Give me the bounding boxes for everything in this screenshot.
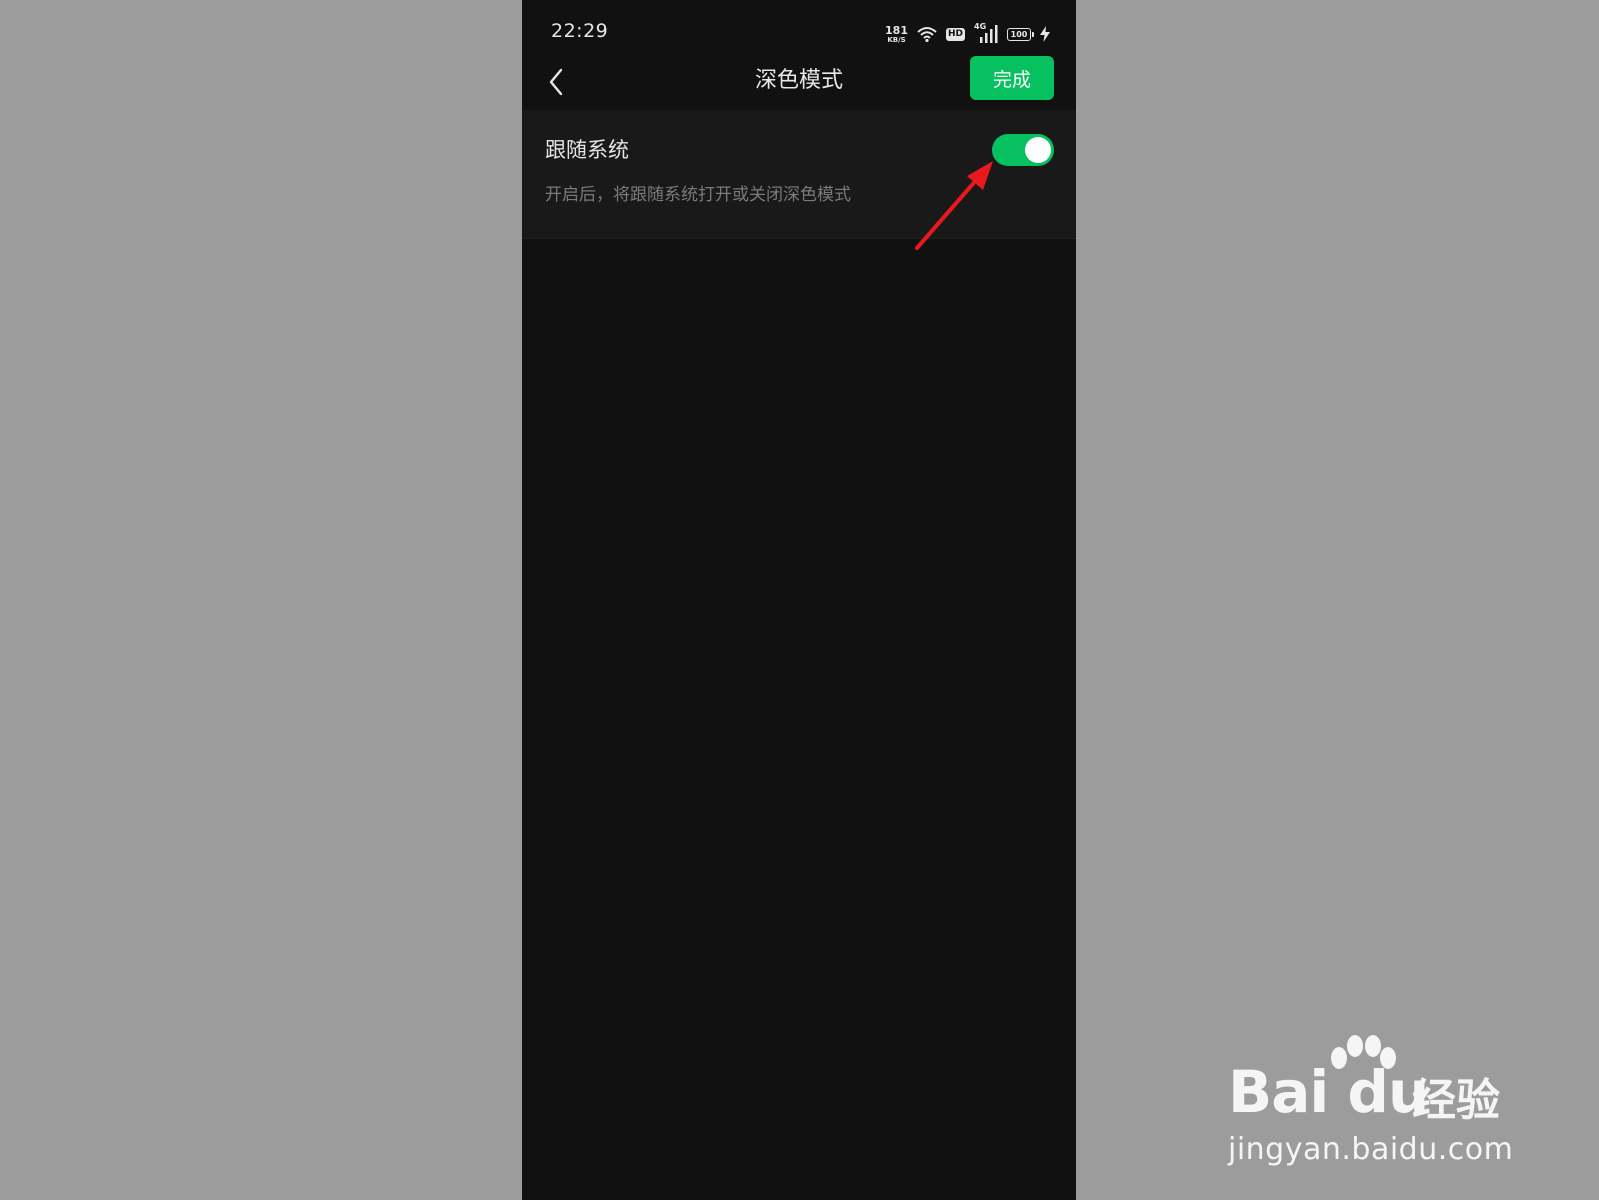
toggle-knob: [1025, 137, 1051, 163]
network-speed: 181 KB/S: [885, 25, 908, 44]
baidu-watermark: Bai du 经验 jingyan.baidu.com: [1224, 1028, 1514, 1168]
battery-icon: 100: [1007, 27, 1034, 41]
navigation-bar: 深色模式 完成: [522, 56, 1076, 110]
status-bar: 22:29 181 KB/S HD 4G 100: [522, 0, 1076, 56]
status-time: 22:29: [551, 20, 609, 42]
signal-4g-icon: 4G: [974, 22, 998, 43]
done-button[interactable]: 完成: [970, 56, 1054, 100]
status-icons: 181 KB/S HD 4G 100: [885, 22, 1050, 46]
setting-follow-system: 跟随系统 开启后，将跟随系统打开或关闭深色模式: [522, 110, 1076, 239]
watermark-cn: 经验: [1412, 1075, 1500, 1126]
phone-screen: 22:29 181 KB/S HD 4G 100 深色模式 完成 跟随系统 开启…: [522, 0, 1076, 1200]
setting-description: 开启后，将跟随系统打开或关闭深色模式: [545, 185, 851, 205]
network-speed-unit: KB/S: [887, 35, 906, 44]
hd-icon: HD: [945, 27, 965, 41]
setting-title: 跟随系统: [545, 138, 629, 162]
charging-icon: [1040, 26, 1050, 42]
follow-system-toggle[interactable]: [992, 134, 1054, 166]
wifi-icon: [917, 27, 937, 42]
network-speed-value: 181: [885, 23, 908, 37]
watermark-url: jingyan.baidu.com: [1228, 1132, 1514, 1167]
watermark-brand: Bai du: [1228, 1058, 1429, 1126]
